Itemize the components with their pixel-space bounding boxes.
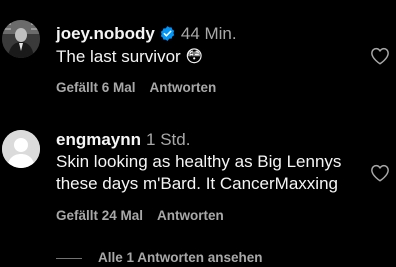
replies-divider — [56, 257, 82, 259]
comment-text: Skin looking as healthy as Big Lennys th… — [56, 152, 342, 193]
heart-outline-icon[interactable] — [370, 47, 390, 65]
avatar[interactable] — [2, 130, 40, 168]
heart-outline-icon[interactable] — [370, 164, 390, 182]
comment-1: joey.nobody 44 Min. The last survivor 😳 … — [0, 0, 396, 110]
comment-meta: Gefällt 24 Mal Antworten — [56, 208, 224, 223]
verified-badge-icon — [160, 26, 175, 41]
avatar-image — [2, 20, 40, 58]
like-count[interactable]: Gefällt 6 Mal — [56, 80, 136, 95]
default-avatar-icon — [2, 130, 40, 168]
username[interactable]: joey.nobody — [56, 24, 155, 43]
username[interactable]: engmaynn — [56, 130, 141, 149]
comment-meta: Gefällt 6 Mal Antworten — [56, 80, 216, 95]
comment-text: The last survivor 😳 — [56, 47, 204, 66]
reply-button[interactable]: Antworten — [157, 208, 224, 223]
view-replies[interactable]: Alle 1 Antworten ansehen — [56, 250, 263, 265]
comment-2: engmaynn 1 Std. Skin looking as healthy a… — [0, 110, 396, 240]
avatar[interactable] — [2, 20, 40, 58]
reply-button[interactable]: Antworten — [150, 80, 217, 95]
comment-header: engmaynn 1 Std. — [56, 130, 190, 150]
comment-time: 44 Min. — [180, 24, 237, 43]
like-count[interactable]: Gefällt 24 Mal — [56, 208, 143, 223]
view-replies-label[interactable]: Alle 1 Antworten ansehen — [98, 250, 263, 265]
comment-time: 1 Std. — [146, 130, 191, 149]
comment-header: joey.nobody 44 Min. — [56, 24, 237, 44]
